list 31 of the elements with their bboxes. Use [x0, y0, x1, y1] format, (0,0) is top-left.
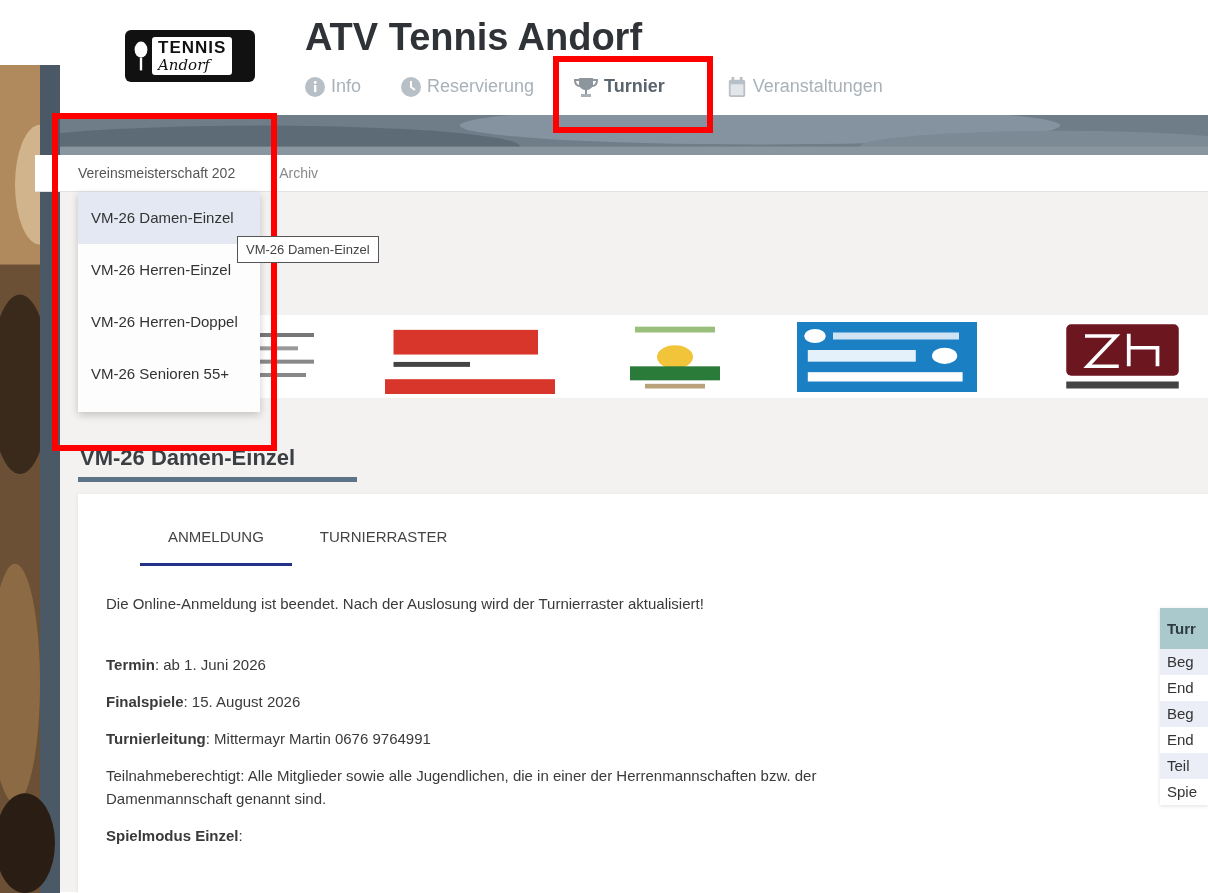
clock-icon: [401, 76, 422, 97]
menu-item[interactable]: VM-26 Senioren 55+: [78, 348, 260, 400]
paragraph: Teilnahmeberechtigt: Alle Mitglieder sowie alle Jugendlichen, die in einer der Herrenmannschaften bzw. der Damenmannschaft genannt sind.: [106, 766, 818, 809]
table-cell: End: [1160, 727, 1208, 753]
paragraph: Finalspiele: 15. August 2026: [106, 692, 302, 712]
paragraph: Spielmodus Einzel:: [106, 826, 244, 846]
subnav-link[interactable]: Archiv: [279, 165, 319, 181]
tooltip: VM-26 Damen-Einzel: [237, 236, 379, 263]
logo-text: TENNIS: [158, 38, 227, 57]
logo-subtext: Andorf: [158, 57, 213, 74]
calendar-icon: [726, 76, 747, 97]
paragraph: Turnierleitung: Mittermayr Martin 0676 9764991: [106, 729, 432, 749]
info-icon: [305, 76, 325, 97]
trophy-icon: [574, 76, 599, 97]
site-title: ATV Tennis Andorf: [305, 15, 644, 60]
paragraph: Termin: ab 1. Juni 2026: [106, 655, 267, 675]
menu-item[interactable]: VM-26 Damen-Einzel: [78, 192, 260, 244]
tab[interactable]: TURNIERRASTER: [291, 514, 476, 566]
table-cell: End: [1160, 675, 1208, 701]
racket-icon: [133, 39, 149, 73]
tab[interactable]: ANMELDUNG: [140, 514, 292, 566]
table-cell: Beg: [1160, 649, 1208, 675]
table-cell: Spie: [1160, 779, 1208, 805]
paragraph: Die Online-Anmeldung ist beendet. Nach der Auslosung wird der Turnierraster aktualisiert!: [106, 594, 705, 614]
club-logo[interactable]: TENNIS Andorf: [125, 30, 255, 82]
table-cell: Teil: [1160, 753, 1208, 779]
subnav-link[interactable]: Vereinsmeisterschaft 202: [78, 165, 236, 181]
menu-item[interactable]: VM-26 Herren-Doppel: [78, 296, 260, 348]
nav-link[interactable]: Turnier: [574, 76, 665, 97]
table-header-cell: Turr: [1160, 608, 1208, 649]
table-cell: Beg: [1160, 701, 1208, 727]
